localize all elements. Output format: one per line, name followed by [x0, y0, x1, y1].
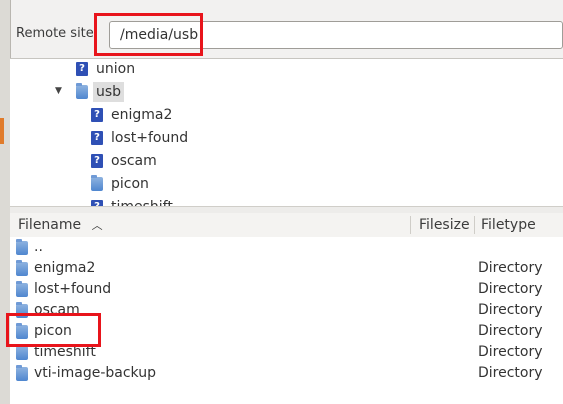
sort-ascending-icon: ︿	[91, 219, 103, 232]
column-filename[interactable]: Filename ︿	[18, 213, 103, 237]
remote-directory-tree[interactable]: ? union ▼ usb ? enigma2 ? lost+found ? o…	[10, 58, 563, 207]
question-icon: ?	[91, 154, 103, 168]
column-separator[interactable]	[410, 216, 411, 234]
file-row-parent[interactable]: ..	[10, 237, 563, 258]
file-row-vti-image-backup[interactable]: vti-image-backup Directory	[10, 363, 563, 384]
question-icon: ?	[91, 108, 103, 122]
folder-icon	[16, 260, 28, 276]
folder-icon	[16, 365, 28, 381]
folder-icon	[16, 239, 28, 255]
remote-path-highlight-box	[94, 13, 203, 56]
remote-site-label: Remote site:	[16, 26, 99, 41]
folder-icon	[76, 83, 88, 99]
file-row-lost-found[interactable]: lost+found Directory	[10, 279, 563, 300]
remote-site-bar: Remote site: /media/usb	[10, 18, 563, 52]
file-list-header: Filename ︿ Filesize Filetype	[10, 213, 563, 238]
column-filetype[interactable]: Filetype	[481, 213, 536, 237]
file-row-enigma2[interactable]: enigma2 Directory	[10, 258, 563, 279]
question-icon: ?	[76, 62, 88, 76]
expand-triangle-icon[interactable]: ▼	[55, 86, 62, 96]
picon-highlight-box	[6, 313, 101, 347]
column-filesize[interactable]: Filesize	[419, 213, 470, 237]
question-icon: ?	[91, 131, 103, 145]
folder-icon	[91, 175, 103, 191]
folder-icon	[16, 281, 28, 297]
column-separator[interactable]	[474, 216, 475, 234]
left-pane-marker	[0, 118, 4, 144]
folder-icon	[16, 344, 28, 360]
